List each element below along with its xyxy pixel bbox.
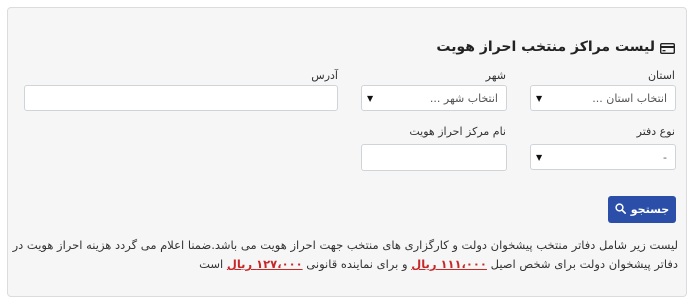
title-text: لیست مراکز منتخب احراز هویت xyxy=(436,39,655,55)
address-input[interactable] xyxy=(24,85,338,111)
province-label: استان xyxy=(647,69,675,82)
identity-centers-panel: لیست مراکز منتخب احراز هویت استان شهر آد… xyxy=(7,7,687,297)
caret-down-icon: ▼ xyxy=(536,93,543,103)
address-label: آدرس xyxy=(311,69,338,82)
province-select-value: انتخاب استان ... xyxy=(592,91,667,105)
caret-down-icon: ▼ xyxy=(536,152,543,162)
search-button[interactable]: جستجو xyxy=(608,196,676,223)
description-text: است xyxy=(199,257,224,271)
province-select[interactable]: انتخاب استان ... ▼ xyxy=(530,85,676,111)
page-title: لیست مراکز منتخب احراز هویت xyxy=(436,39,676,55)
search-button-label: جستجو xyxy=(630,203,670,216)
center-name-input[interactable] xyxy=(361,144,507,171)
principal-fee: ۱۱۱،۰۰۰ ریال xyxy=(411,257,487,271)
office-type-select-value: - xyxy=(663,150,667,164)
fee-description: لیست زیر شامل دفاتر منتخب پیشخوان دولت و… xyxy=(8,236,678,274)
center-name-label: نام مرکز احراز هویت xyxy=(409,125,506,138)
city-label: شهر xyxy=(485,69,506,82)
description-text: و برای نماینده قانونی xyxy=(306,257,408,271)
representative-fee: ۱۲۷،۰۰۰ ریال xyxy=(226,257,303,271)
caret-down-icon: ▼ xyxy=(367,93,374,103)
office-type-label: نوع دفتر xyxy=(636,125,675,138)
search-icon xyxy=(615,202,626,217)
credit-card-icon xyxy=(659,42,676,54)
office-type-select[interactable]: - ▼ xyxy=(530,144,676,170)
city-select-value: انتخاب شهر ... xyxy=(429,91,498,105)
city-select[interactable]: انتخاب شهر ... ▼ xyxy=(361,85,507,111)
